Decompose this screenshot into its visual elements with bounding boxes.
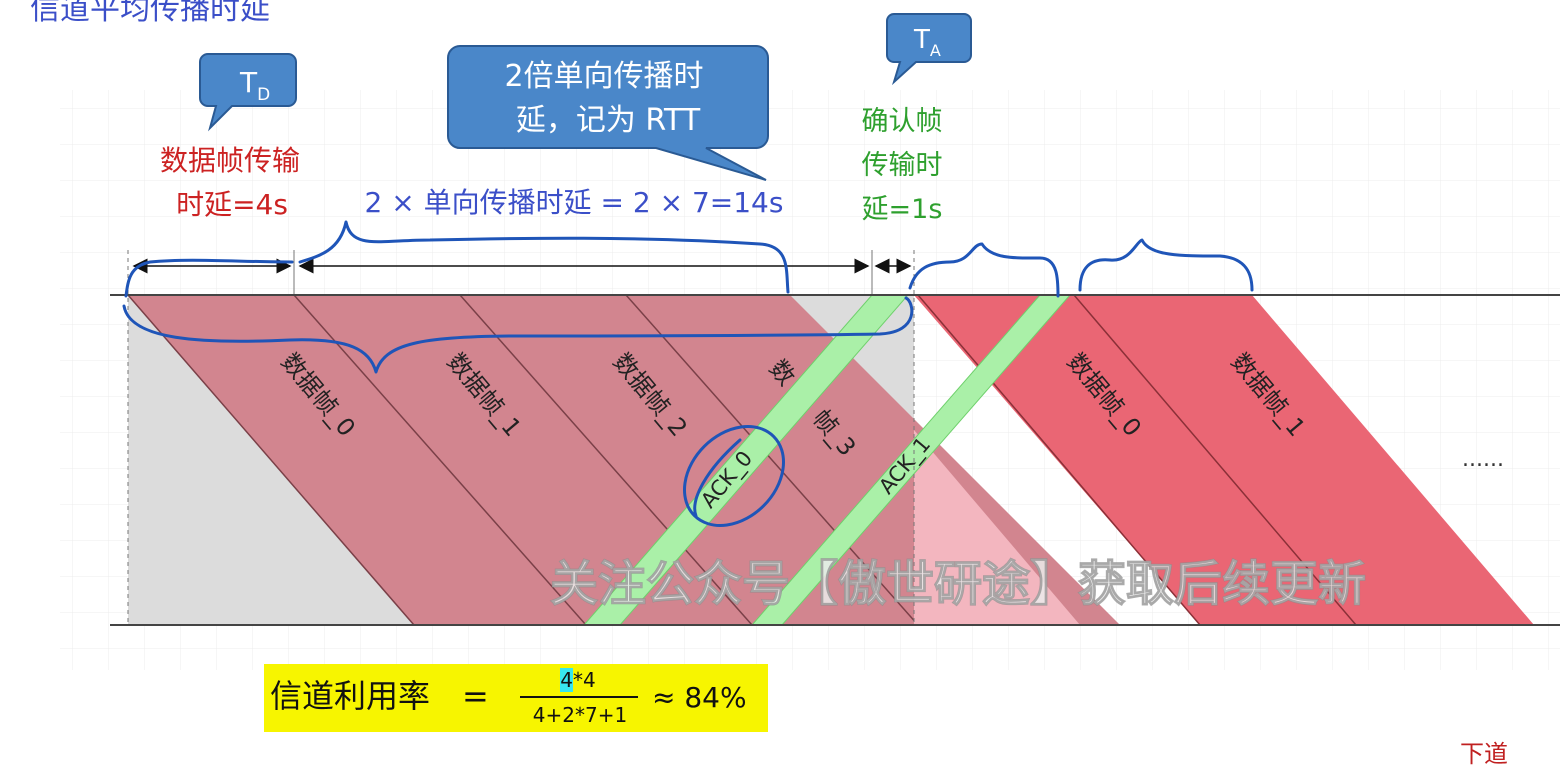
data-tx-label-line2: 时延=4s [176,188,288,221]
watermark-text: 关注公众号【傲世研途】获取后续更新 [550,556,1366,612]
formula-numerator-highlight: 4 [560,668,573,692]
ack-tx-label-line2: 传输时 [862,150,943,181]
ack-tx-label-line1: 确认帧 [862,106,943,137]
ack-tx-label-line3: 延=1s [862,194,943,225]
ta-callout-main: T [913,25,930,55]
channel-utilization-formula: 信道利用率 = 4*4 4+2*7+1 ≈ 84% [264,664,768,732]
rtt-callout-line1: 2倍单向传播时 [504,59,703,94]
td-callout-sub: D [257,85,270,105]
continuation-ellipsis: ...... [1462,447,1504,472]
td-callout-main: T [239,66,258,99]
formula-numerator: 4*4 [522,668,634,692]
ta-callout: TA [886,13,972,86]
rtt-formula-label: 2 × 单向传播时延 = 2 × 7=14s [365,186,784,219]
bottom-cut-text: 下道 [1460,740,1508,768]
stop-and-wait-timing-diagram: TD 2倍单向传播时 延，记为 RTT TA 数据帧传输 时延=4s 2 × 单… [60,13,1560,670]
formula-equals: = [462,677,489,715]
formula-numerator-rest: *4 [573,668,596,692]
formula-label: 信道利用率 [270,677,431,715]
rtt-callout-line2: 延，记为 RTT [516,103,701,138]
ta-callout-sub: A [930,41,941,60]
formula-denominator: 4+2*7+1 [532,703,628,727]
data-tx-label-line1: 数据帧传输 [160,144,300,177]
formula-fraction-bar [520,696,638,698]
formula-result: ≈ 84% [652,681,747,714]
